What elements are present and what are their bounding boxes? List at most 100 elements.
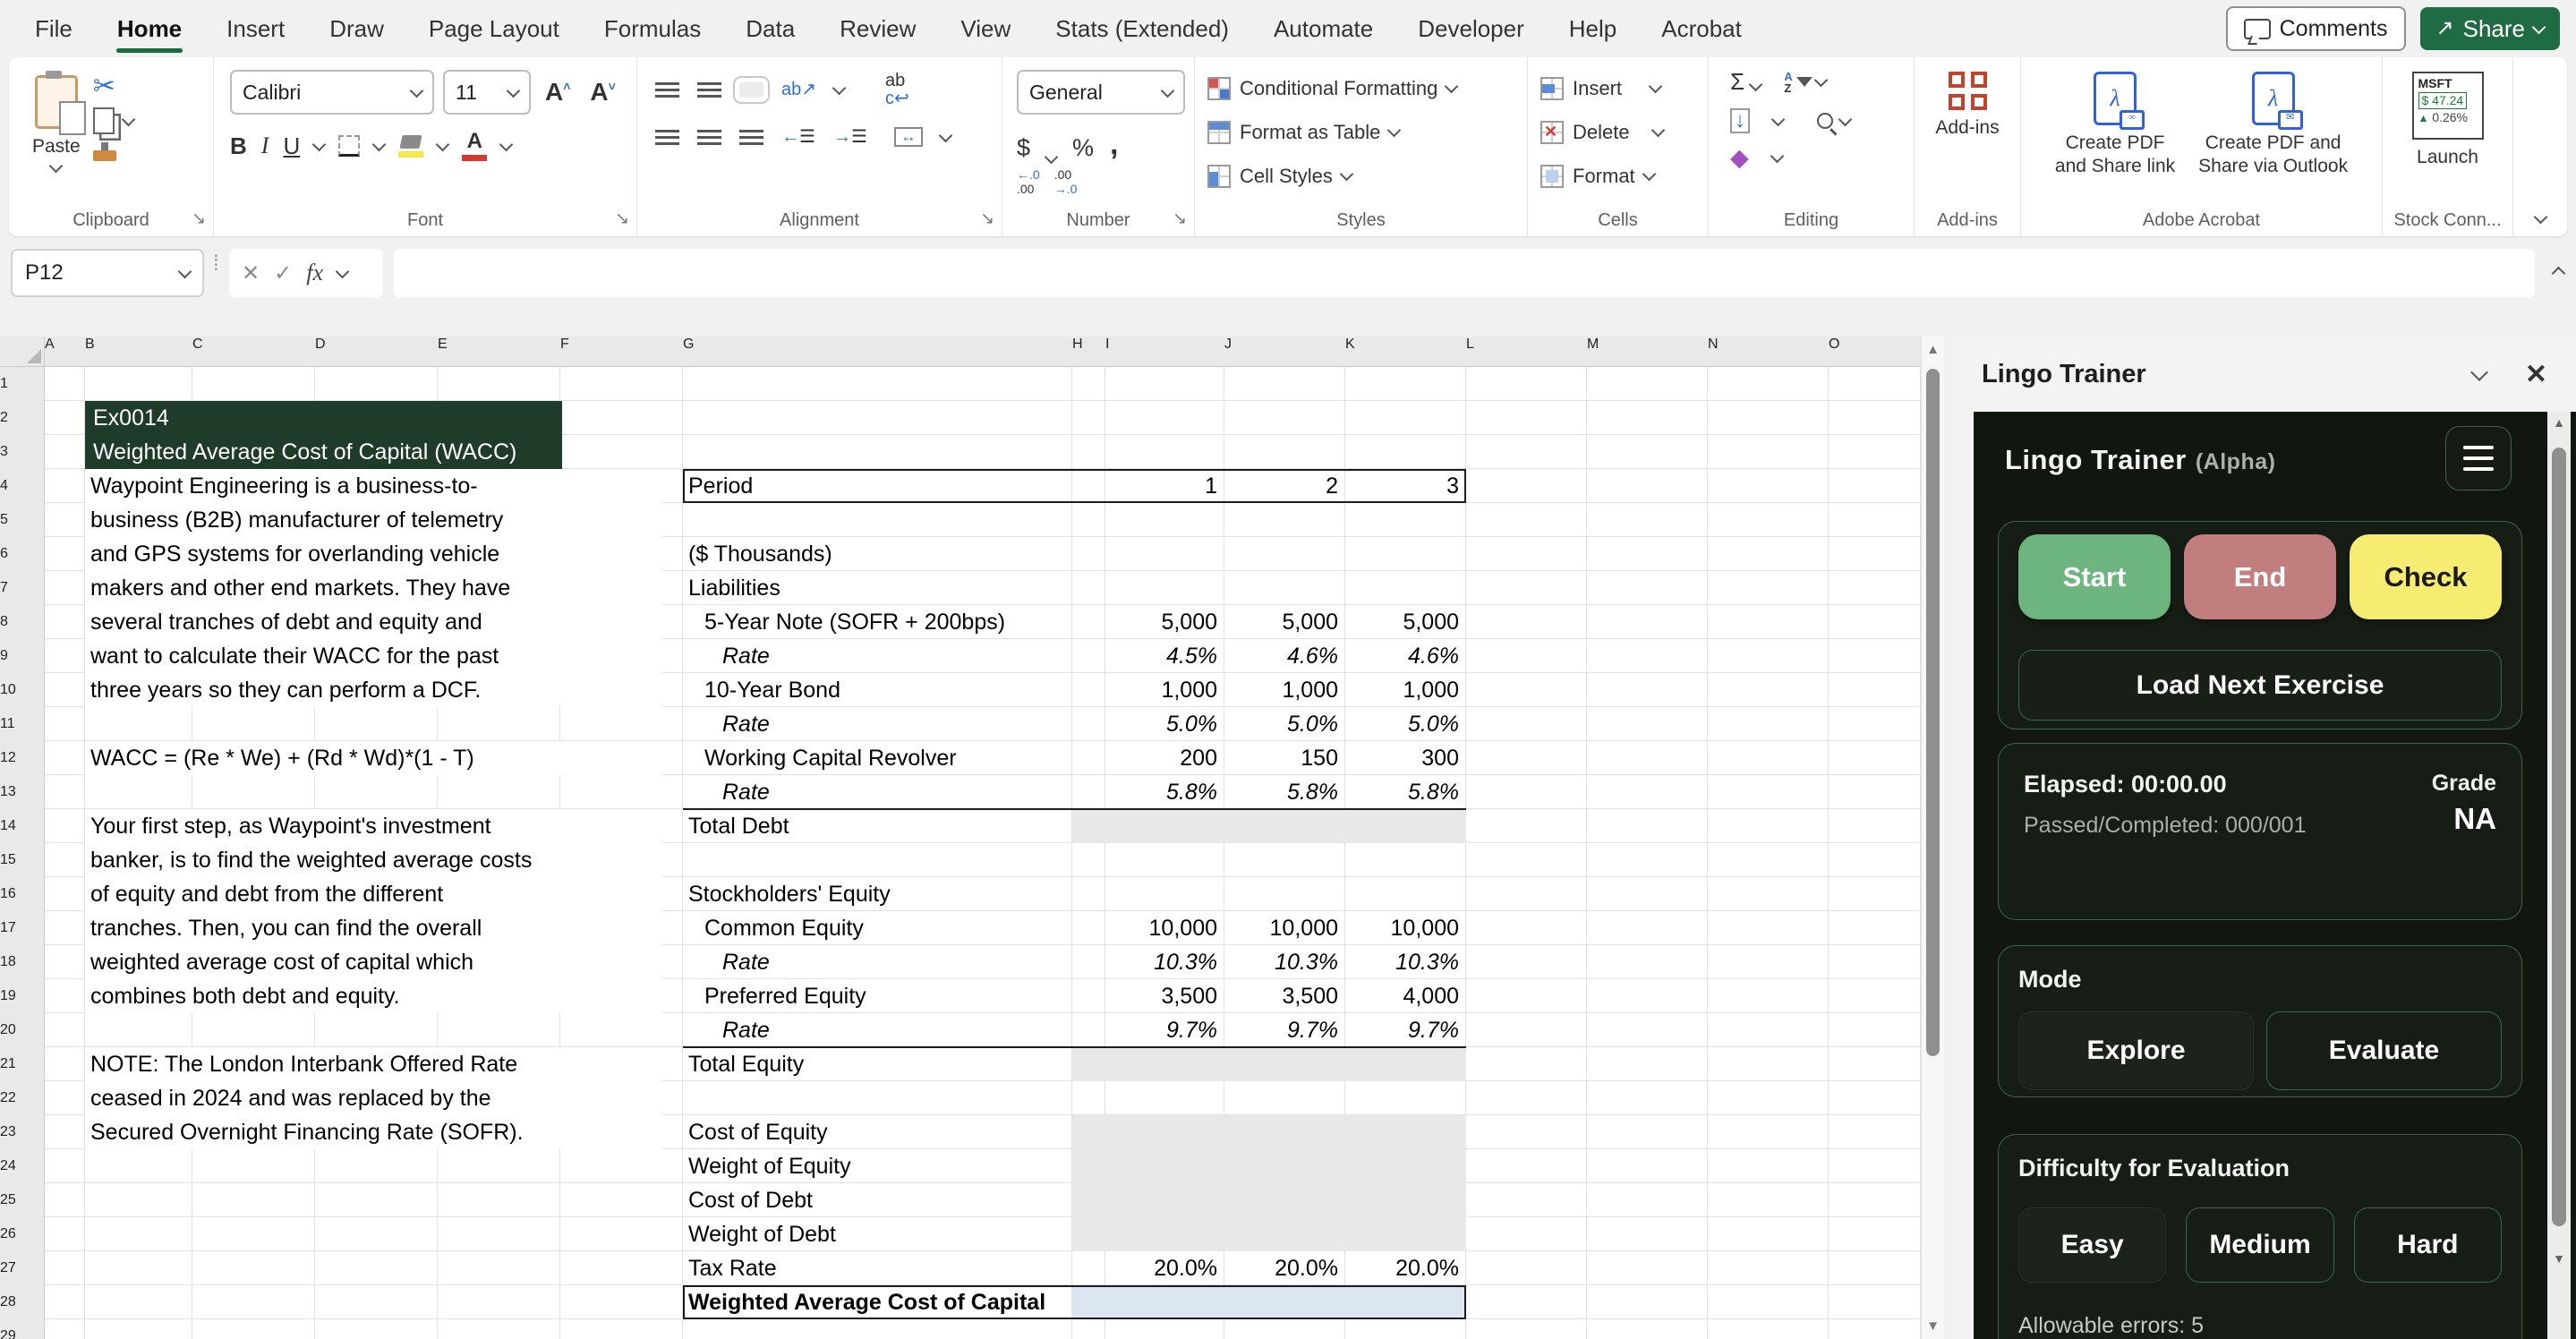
- enter-icon[interactable]: ✓: [274, 260, 292, 286]
- description-cell-row-17[interactable]: tranches. Then, you can find the overall: [85, 911, 662, 945]
- bold-button[interactable]: B: [230, 132, 247, 160]
- decrease-indent-icon[interactable]: ←☰: [781, 128, 815, 146]
- description-cell-row-18[interactable]: weighted average cost of capital which: [85, 945, 662, 979]
- description-cell-row-22[interactable]: ceased in 2024 and was replaced by the: [85, 1081, 662, 1115]
- table-value-row-13[interactable]: 5.8%: [1345, 775, 1459, 809]
- top-align-icon[interactable]: [655, 82, 679, 98]
- evaluate-mode-button[interactable]: Evaluate: [2266, 1011, 2502, 1090]
- create-pdf-share-link-button[interactable]: λ∞ Create PDFand Share link: [2055, 57, 2175, 179]
- table-value-row-17[interactable]: 10,000: [1345, 911, 1459, 945]
- row-header-9[interactable]: 9: [0, 639, 44, 673]
- chevron-down-icon[interactable]: [1045, 150, 1059, 165]
- tab-file[interactable]: File: [13, 0, 95, 57]
- dialog-launcher-icon[interactable]: ↘: [1173, 209, 1187, 229]
- easy-button[interactable]: Easy: [2018, 1207, 2166, 1283]
- increase-font-button[interactable]: A˄: [540, 78, 576, 107]
- paste-button[interactable]: Paste: [32, 61, 81, 171]
- row-header-14[interactable]: 14: [0, 809, 44, 843]
- tab-insert[interactable]: Insert: [204, 0, 307, 57]
- scrollbar-thumb[interactable]: [2552, 448, 2566, 1226]
- chevron-down-icon[interactable]: [939, 128, 953, 142]
- table-value-row-17[interactable]: 10,000: [1224, 911, 1338, 945]
- table-value-row-19[interactable]: 4,000: [1345, 979, 1459, 1013]
- chevron-down-icon[interactable]: [336, 264, 350, 278]
- table-value-row-19[interactable]: 3,500: [1224, 979, 1338, 1013]
- cell-styles-button[interactable]: Cell Styles: [1195, 154, 1527, 198]
- explore-mode-button[interactable]: Explore: [2018, 1011, 2254, 1090]
- scroll-down-icon[interactable]: ▼: [2547, 1251, 2571, 1266]
- table-value-row-12[interactable]: 200: [1105, 741, 1217, 775]
- total-equity-input-range[interactable]: [1072, 1047, 1466, 1081]
- comma-format-button[interactable]: ,: [1110, 127, 1118, 162]
- table-label-row-14[interactable]: Total Debt: [683, 809, 1111, 843]
- end-button[interactable]: End: [2184, 534, 2336, 619]
- medium-button[interactable]: Medium: [2186, 1207, 2333, 1283]
- table-value-row-18[interactable]: 10.3%: [1105, 945, 1217, 979]
- chevron-down-icon[interactable]: [832, 81, 847, 95]
- percent-format-button[interactable]: %: [1072, 134, 1094, 162]
- description-cell-row-21[interactable]: NOTE: The London Interbank Offered Rate: [85, 1047, 662, 1081]
- row-header-5[interactable]: 5: [0, 503, 44, 537]
- start-button[interactable]: Start: [2018, 534, 2171, 619]
- table-label-row-16[interactable]: Stockholders' Equity: [683, 877, 1111, 911]
- table-value-row-13[interactable]: 5.8%: [1105, 775, 1217, 809]
- row-header-27[interactable]: 27: [0, 1251, 44, 1285]
- row-header-29[interactable]: 29: [0, 1319, 44, 1339]
- sort-filter-button[interactable]: AZ: [1784, 71, 1825, 94]
- tab-view[interactable]: View: [938, 0, 1033, 57]
- table-label-row-23[interactable]: Cost of Equity: [683, 1115, 1111, 1149]
- row-header-22[interactable]: 22: [0, 1081, 44, 1115]
- row-header-12[interactable]: 12: [0, 741, 44, 775]
- load-next-exercise-button[interactable]: Load Next Exercise: [2018, 650, 2502, 721]
- column-header-G[interactable]: G: [683, 337, 1072, 353]
- table-value-row-10[interactable]: 1,000: [1345, 673, 1459, 707]
- wrap-text-icon[interactable]: abc↩: [885, 72, 909, 107]
- row-header-3[interactable]: 3: [0, 435, 44, 469]
- row-header-24[interactable]: 24: [0, 1149, 44, 1183]
- formula-bar-handle[interactable]: ⁞: [213, 260, 219, 269]
- collapse-ribbon-icon[interactable]: [2534, 210, 2548, 225]
- column-header-N[interactable]: N: [1708, 337, 1829, 353]
- description-cell-row-6[interactable]: and GPS systems for overlanding vehicle: [85, 537, 662, 571]
- increase-indent-icon[interactable]: →☰: [833, 128, 867, 146]
- table-label-row-21[interactable]: Total Equity: [683, 1047, 1111, 1081]
- number-format-select[interactable]: General: [1017, 70, 1185, 115]
- find-select-button[interactable]: [1817, 113, 1850, 129]
- scroll-down-icon[interactable]: ▼: [1922, 1318, 1944, 1334]
- column-header-K[interactable]: K: [1345, 337, 1466, 353]
- table-label-row-20[interactable]: Rate: [683, 1013, 1145, 1047]
- check-button[interactable]: Check: [2350, 534, 2502, 619]
- table-label-row-7[interactable]: Liabilities: [683, 571, 1111, 605]
- total-debt-input-range[interactable]: [1072, 809, 1466, 843]
- fill-down-icon[interactable]: ↓: [1730, 108, 1750, 133]
- table-value-row-18[interactable]: 10.3%: [1224, 945, 1338, 979]
- column-header-F[interactable]: F: [560, 337, 683, 353]
- column-header-D[interactable]: D: [315, 337, 438, 353]
- column-header-H[interactable]: H: [1072, 337, 1105, 353]
- chevron-down-icon[interactable]: [499, 137, 514, 151]
- description-cell-row-5[interactable]: business (B2B) manufacturer of telemetry: [85, 503, 662, 537]
- table-label-row-17[interactable]: Common Equity: [683, 911, 1127, 945]
- row-header-1[interactable]: 1: [0, 367, 44, 401]
- table-value-row-12[interactable]: 300: [1345, 741, 1459, 775]
- font-color-button[interactable]: A: [462, 131, 487, 161]
- table-value-row-11[interactable]: 5.0%: [1105, 707, 1217, 741]
- tab-home[interactable]: Home: [95, 0, 204, 57]
- table-value-row-27[interactable]: 20.0%: [1224, 1251, 1338, 1285]
- table-value-row-27[interactable]: 20.0%: [1105, 1251, 1217, 1285]
- row-header-25[interactable]: 25: [0, 1183, 44, 1217]
- row-header-13[interactable]: 13: [0, 775, 44, 809]
- table-label-row-26[interactable]: Weight of Debt: [683, 1217, 1111, 1251]
- tab-help[interactable]: Help: [1547, 0, 1639, 57]
- chevron-down-icon[interactable]: [372, 137, 387, 151]
- table-value-row-17[interactable]: 10,000: [1105, 911, 1217, 945]
- table-label-row-24[interactable]: Weight of Equity: [683, 1149, 1111, 1183]
- table-value-row-12[interactable]: 150: [1224, 741, 1338, 775]
- dialog-launcher-icon[interactable]: ↘: [980, 209, 994, 229]
- table-value-row-27[interactable]: 20.0%: [1345, 1251, 1459, 1285]
- tab-automate[interactable]: Automate: [1251, 0, 1395, 57]
- borders-icon[interactable]: [338, 135, 360, 157]
- column-header-M[interactable]: M: [1587, 337, 1708, 353]
- align-center-icon[interactable]: [697, 130, 721, 145]
- row-header-21[interactable]: 21: [0, 1047, 44, 1081]
